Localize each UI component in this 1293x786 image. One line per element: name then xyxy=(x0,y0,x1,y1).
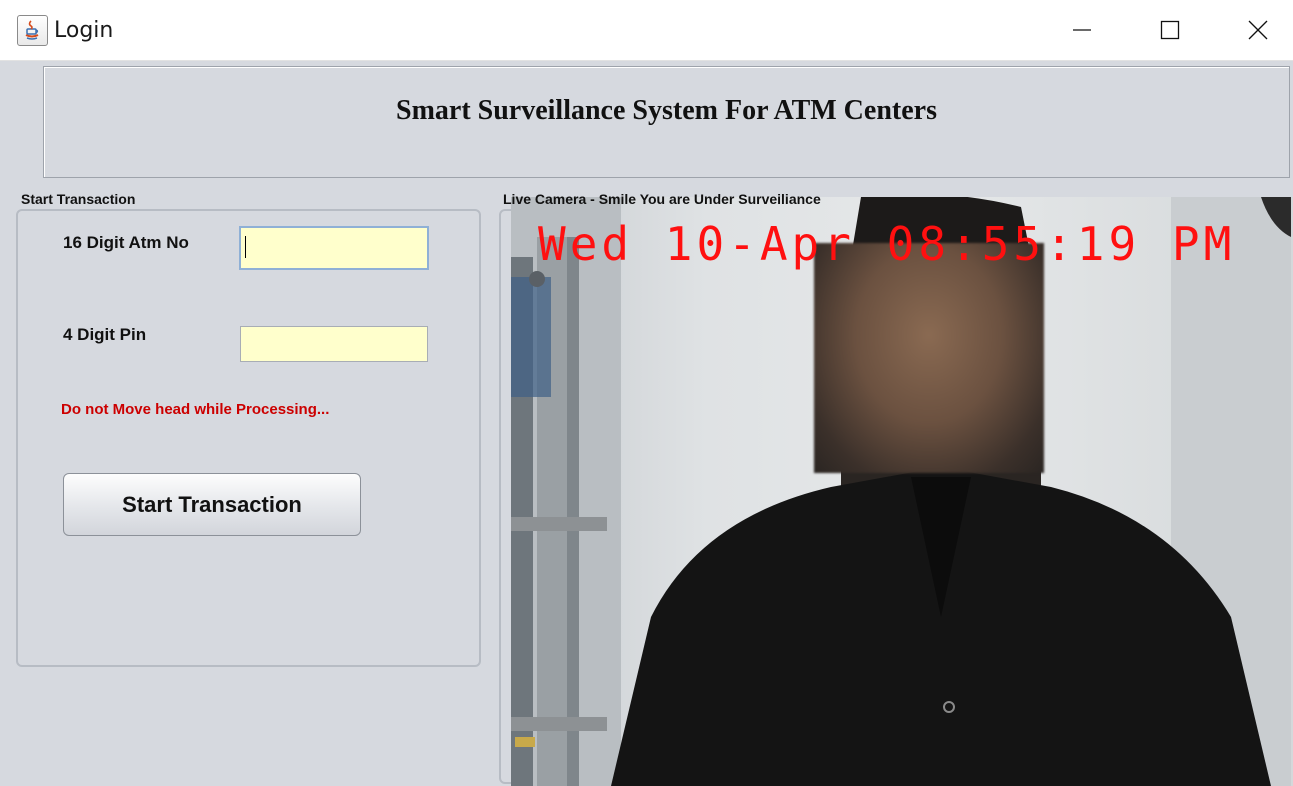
text-caret xyxy=(245,236,246,258)
start-transaction-button[interactable]: Start Transaction xyxy=(63,473,361,536)
transaction-panel xyxy=(16,209,481,667)
maximize-button[interactable] xyxy=(1150,12,1190,48)
transaction-group-label: Start Transaction xyxy=(21,191,136,207)
camera-group-label: Live Camera - Smile You are Under Survei… xyxy=(503,191,821,207)
camera-timestamp: Wed 10-Apr 08:55:19 PM xyxy=(538,217,1236,271)
window-title: Login xyxy=(54,18,114,43)
minimize-icon xyxy=(1073,29,1091,31)
close-button[interactable] xyxy=(1238,12,1278,48)
java-app-icon[interactable] xyxy=(17,15,48,46)
live-camera-feed: Wed 10-Apr 08:55:19 PM xyxy=(511,197,1293,786)
maximize-icon xyxy=(1160,20,1180,40)
header-panel: Smart Surveillance System For ATM Center… xyxy=(43,66,1290,178)
title-bar: Login xyxy=(0,0,1293,61)
close-icon xyxy=(1248,20,1268,40)
warning-message: Do not Move head while Processing... xyxy=(61,401,330,418)
face-blur-overlay xyxy=(814,243,1044,473)
atm-number-input[interactable] xyxy=(239,226,429,270)
camera-background-ladder xyxy=(511,197,621,786)
pin-input[interactable] xyxy=(240,326,428,362)
minimize-button[interactable] xyxy=(1062,12,1102,48)
page-title: Smart Surveillance System For ATM Center… xyxy=(396,95,937,126)
atm-number-label: 16 Digit Atm No xyxy=(63,233,189,252)
pin-label: 4 Digit Pin xyxy=(63,325,147,344)
